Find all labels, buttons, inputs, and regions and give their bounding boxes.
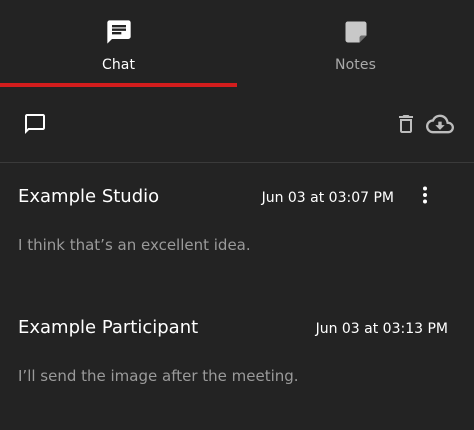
tab-notes-label: Notes bbox=[335, 57, 376, 73]
delete-chat-button[interactable] bbox=[392, 112, 420, 140]
tab-chat[interactable]: Chat bbox=[0, 0, 237, 88]
chat-bubble-icon bbox=[105, 18, 133, 46]
trash-icon bbox=[394, 112, 418, 140]
tab-notes[interactable]: Notes bbox=[237, 0, 474, 88]
new-chat-icon bbox=[23, 112, 47, 140]
note-icon bbox=[342, 18, 370, 46]
cloud-download-icon bbox=[426, 110, 454, 142]
chat-toolbar bbox=[0, 88, 474, 163]
tab-chat-label: Chat bbox=[101, 57, 136, 73]
message-sender: Example Studio bbox=[18, 186, 160, 207]
message-timestamp: Jun 03 at 03:07 PM bbox=[261, 190, 394, 206]
active-tab-indicator bbox=[0, 83, 237, 87]
message-menu-button[interactable] bbox=[414, 185, 436, 209]
tab-bar: Chat Notes bbox=[0, 0, 474, 88]
more-vertical-icon bbox=[422, 186, 428, 208]
message-sender: Example Participant bbox=[18, 317, 199, 338]
new-chat-button[interactable] bbox=[21, 112, 49, 140]
message-timestamp: Jun 03 at 03:13 PM bbox=[315, 321, 448, 337]
message-text: I’ll send the image after the meeting. bbox=[18, 367, 299, 385]
download-chat-button[interactable] bbox=[424, 112, 456, 140]
message-text: I think that’s an excellent idea. bbox=[18, 236, 251, 254]
